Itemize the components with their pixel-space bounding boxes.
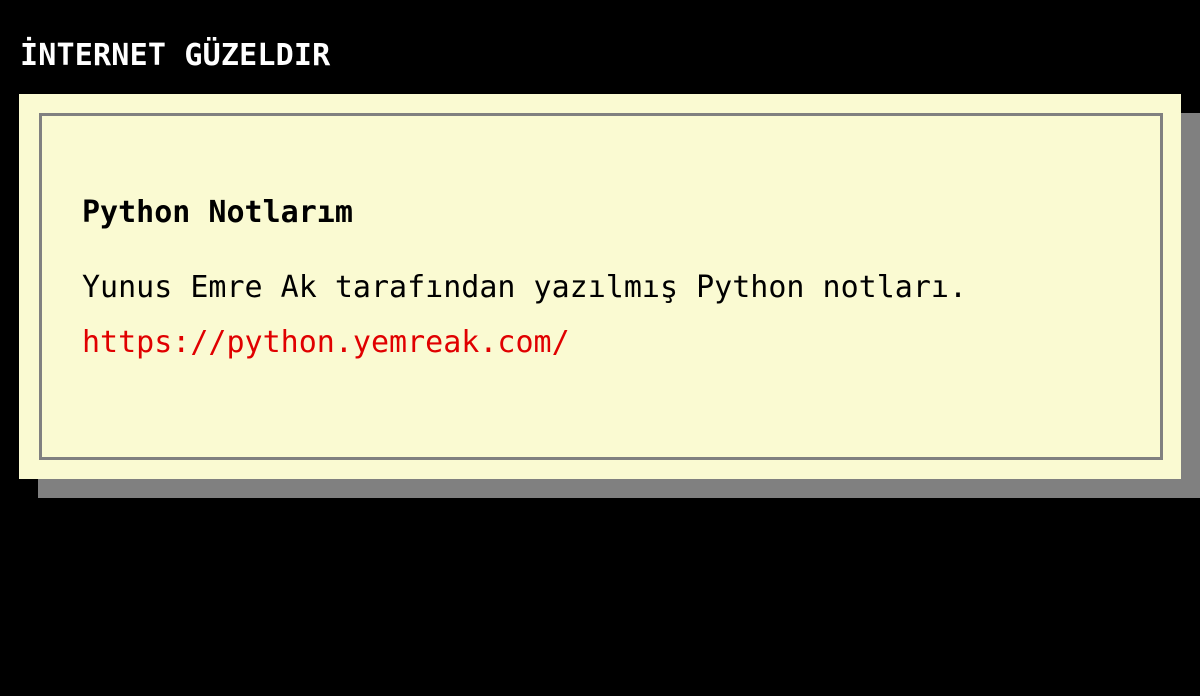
entry-title: Python Notlarım (82, 195, 353, 230)
site-title: İNTERNET GÜZELDIR (20, 38, 331, 73)
entry-link[interactable]: https://python.yemreak.com/ (82, 323, 570, 363)
entry-card-border: Python Notlarım Yunus Emre Ak tarafından… (39, 113, 1163, 460)
entry-description: Yunus Emre Ak tarafından yazılmış Python… (82, 270, 968, 305)
entry-card: Python Notlarım Yunus Emre Ak tarafından… (19, 94, 1181, 479)
